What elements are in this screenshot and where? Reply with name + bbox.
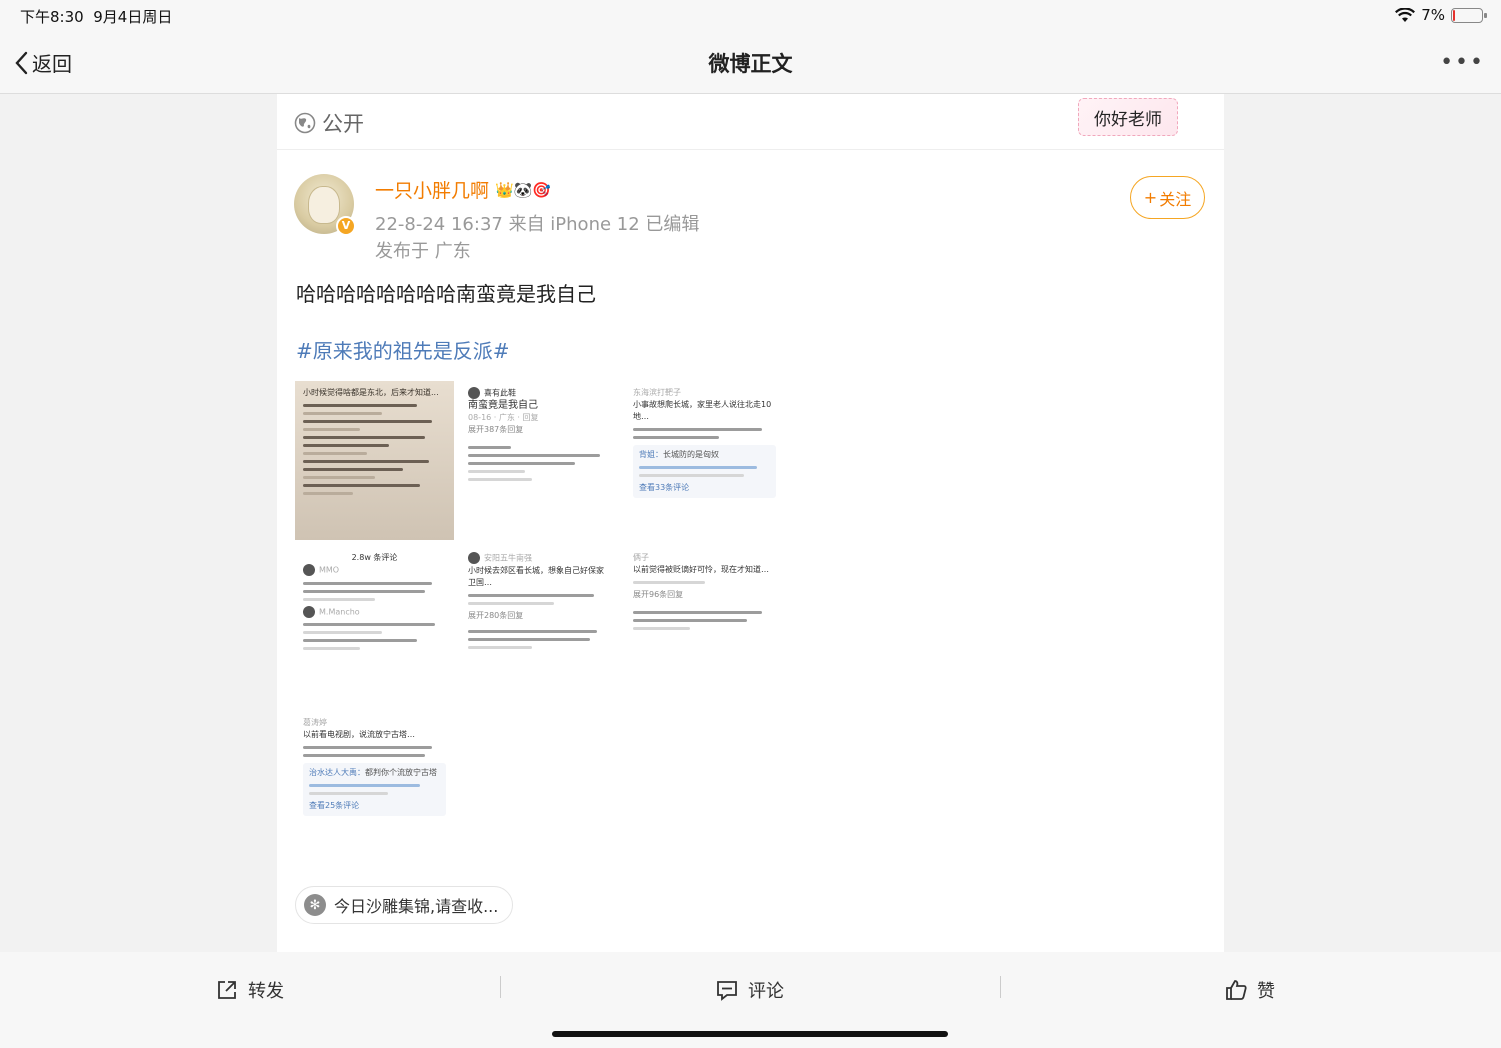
- post-image-7[interactable]: 葛涛婷 以前看电视剧，说流放宁古塔… 治水达人大禹：都判你个流放宁古塔 查看25…: [295, 711, 454, 861]
- image-5-replies: 展开280条回复: [468, 610, 524, 620]
- author-badges: 👑🐼🎯: [495, 180, 552, 199]
- comment-icon: [717, 981, 737, 1001]
- image-2-sub: 08-16 · 广东 · 回复: [468, 412, 539, 422]
- image-7-more: 查看25条评论: [309, 801, 360, 810]
- globe-icon: [294, 112, 316, 134]
- image-4-user: MMO: [319, 565, 340, 575]
- image-6-user: 俩子: [633, 553, 649, 562]
- post-meta: 22-8-24 16:37 来自 iPhone 12 已编辑: [375, 214, 700, 235]
- image-7-reply: 都判你个流放宁古塔: [365, 768, 437, 777]
- image-1-title: 小时候觉得啥都是东北，后来才知道...: [303, 388, 439, 397]
- post-card: 公开 你好老师 V 一只小胖几啊 👑🐼🎯 22-8-24 16:37 来自 iP…: [277, 94, 1224, 952]
- image-5-title: 小时候去郊区看长城，想象自己好保家卫国…: [468, 565, 604, 587]
- like-label: 赞: [1257, 981, 1275, 1002]
- post-image-1[interactable]: 小时候觉得啥都是东北，后来才知道...: [295, 381, 454, 540]
- image-2-title: 南蛮竟是我自己: [468, 399, 538, 411]
- battery-icon: [1451, 7, 1487, 23]
- image-7-title: 以前看电视剧，说流放宁古塔…: [303, 730, 415, 739]
- status-bar: 下午8:30 9月4日周日 7%: [0, 0, 1501, 30]
- home-indicator[interactable]: [552, 1031, 948, 1037]
- sticker-text: 你好老师: [1094, 109, 1162, 130]
- status-time-text: 下午8:30: [20, 8, 84, 26]
- post-image-5[interactable]: 安阳五牛南强 小时候去郊区看长城，想象自己好保家卫国… 展开280条回复: [460, 546, 619, 705]
- reply-box: 背姐：长城防的是匈奴 查看33条评论: [633, 445, 776, 498]
- post-image-2[interactable]: 喜有此鞋 南蛮竟是我自己 08-16 · 广东 · 回复 展开387条回复: [460, 381, 619, 540]
- image-grid: 小时候觉得啥都是东北，后来才知道... 喜有此鞋 南蛮竟是我自己 08-16 ·…: [295, 381, 785, 861]
- thumbs-up-icon: [1226, 980, 1247, 1000]
- image-4-reply-user: M.Mancho: [319, 607, 360, 616]
- wifi-icon: [1395, 7, 1416, 22]
- collection-label: 今日沙雕集锦,请查收...: [334, 897, 499, 916]
- status-date-text: 9月4日周日: [93, 8, 173, 26]
- image-3-reply-user: 背姐: [639, 450, 655, 459]
- nav-bar: 返回 微博正文 •••: [0, 30, 1501, 94]
- image-3-user: 东海滨打靶子: [633, 388, 681, 397]
- post-topic-link[interactable]: #原来我的祖先是反派#: [296, 335, 510, 364]
- author-name-text: 一只小胖几啊: [375, 180, 490, 202]
- image-5-user: 安阳五牛南强: [484, 553, 532, 563]
- image-7-reply-user: 治水达人大禹: [309, 768, 357, 777]
- repost-button[interactable]: 转发: [0, 976, 500, 1004]
- commenter-avatar: [303, 605, 315, 618]
- sticker-decoration: 你好老师: [1078, 98, 1178, 136]
- post-location: 发布于 广东: [375, 241, 471, 262]
- visibility-label: 公开: [322, 112, 364, 136]
- battery-level: [1453, 9, 1455, 21]
- image-4-title: 2.8w 条评论: [351, 553, 398, 562]
- plus-icon: +: [1143, 188, 1158, 207]
- battery-percent: 7%: [1421, 6, 1445, 24]
- commenter-avatar: [468, 552, 480, 564]
- page-title: 微博正文: [708, 52, 793, 76]
- commenter-avatar: [303, 564, 315, 576]
- status-right: 7%: [1395, 6, 1487, 24]
- visibility-indicator: 公开: [294, 108, 364, 138]
- post-image-3[interactable]: 东海滨打靶子 小事故想爬长城，家里老人说往北走10地… 背姐：长城防的是匈奴 查…: [625, 381, 784, 540]
- commenter-avatar: [468, 387, 480, 399]
- post-image-4[interactable]: 2.8w 条评论 MMO M.Mancho: [295, 546, 454, 705]
- collection-icon: ✻: [304, 894, 326, 916]
- image-3-more: 查看33条评论: [639, 483, 690, 492]
- more-button[interactable]: •••: [1440, 50, 1485, 75]
- image-2-replies: 展开387条回复: [468, 424, 524, 434]
- repost-label: 转发: [248, 981, 284, 1002]
- avatar-face: [308, 186, 340, 224]
- like-button[interactable]: 赞: [1000, 976, 1500, 1004]
- post-image-6[interactable]: 俩子 以前觉得被贬谪好可怜，现在才知道… 展开96条回复: [625, 546, 784, 705]
- image-2-user: 喜有此鞋: [484, 388, 516, 398]
- reply-box: 治水达人大禹：都判你个流放宁古塔 查看25条评论: [303, 763, 446, 816]
- image-3-reply: 长城防的是匈奴: [663, 450, 719, 459]
- author-name[interactable]: 一只小胖几啊 👑🐼🎯: [375, 176, 551, 203]
- comment-label: 评论: [748, 981, 784, 1002]
- follow-label: 关注: [1159, 189, 1192, 209]
- image-6-replies: 展开96条回复: [633, 590, 684, 599]
- image-3-title: 小事故想爬长城，家里老人说往北走10地…: [633, 400, 772, 421]
- verified-badge: V: [336, 216, 356, 236]
- follow-button[interactable]: + 关注: [1130, 176, 1205, 219]
- collection-tag[interactable]: ✻ 今日沙雕集锦,请查收...: [295, 886, 514, 924]
- post-text: 哈哈哈哈哈哈哈哈南蛮竟是我自己: [296, 282, 596, 306]
- avatar[interactable]: V: [294, 174, 356, 236]
- visibility-row: 公开 你好老师: [277, 94, 1224, 150]
- share-icon: [218, 981, 236, 999]
- image-7-user: 葛涛婷: [303, 718, 327, 727]
- status-time: 下午8:30 9月4日周日: [20, 6, 172, 27]
- image-6-title: 以前觉得被贬谪好可怜，现在才知道…: [633, 565, 769, 574]
- comment-button[interactable]: 评论: [500, 976, 1000, 1004]
